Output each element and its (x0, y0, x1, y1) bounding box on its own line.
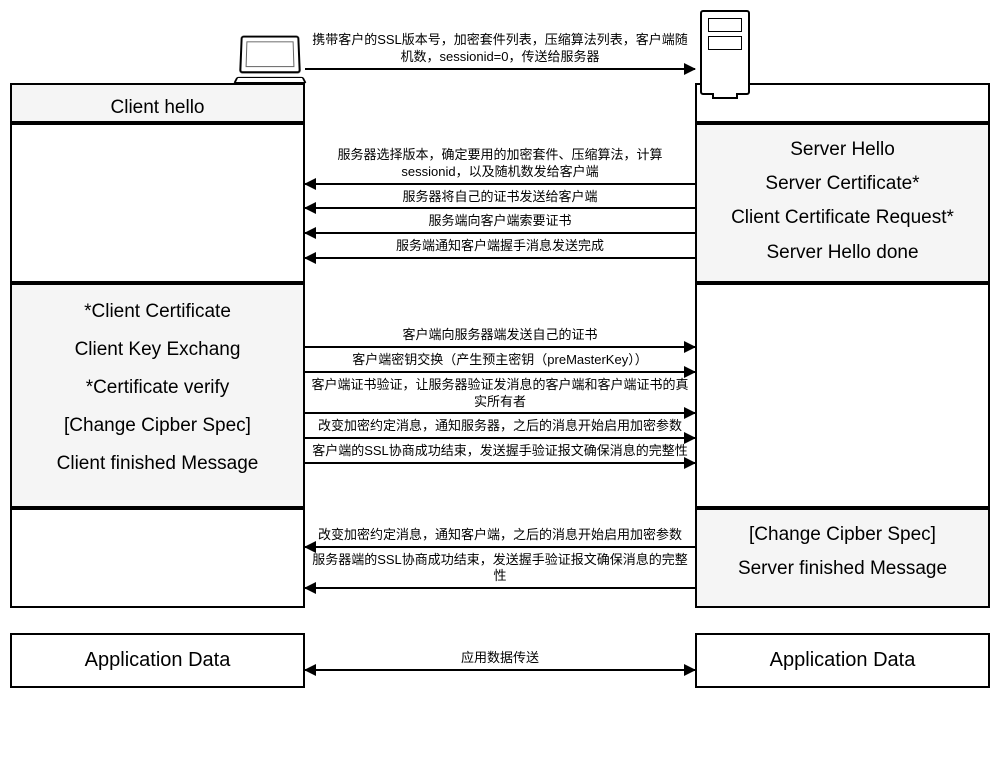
arrow-label: 客户端的SSL协商成功结束，发送握手验证报文确保消息的完整性 (305, 443, 695, 460)
arrow-app-data: 应用数据传送 (305, 648, 695, 673)
client-empty-1 (10, 123, 305, 283)
server-empty-2 (695, 283, 990, 508)
server-hello-done-label: Server Hello done (705, 236, 980, 270)
client-phase2-box: *Client Certificate Client Key Exchang *… (10, 283, 305, 508)
arrow-server-finished: 服务器端的SSL协商成功结束，发送握手验证报文确保消息的完整性 (305, 550, 695, 592)
server-finished-label: Server finished Message (705, 552, 980, 586)
server-phase1-box: Server Hello Server Certificate* Client … (695, 123, 990, 283)
client-hello-label: Client hello (111, 97, 205, 118)
arrow-label: 服务器将自己的证书发送给客户端 (305, 189, 695, 206)
arrow-label: 服务端向客户端索要证书 (305, 213, 695, 230)
arrow-label: 客户端密钥交换（产生预主密钥（preMasterKey）） (305, 352, 695, 369)
arrow-label: 客户端向服务器端发送自己的证书 (305, 327, 695, 344)
arrow-label: 服务器选择版本，确定要用的加密套件、压缩算法，计算sessionid，以及随机数… (305, 147, 695, 181)
server-phase2-box: [Change Cipber Spec] Server finished Mes… (695, 508, 990, 608)
client-app-data-box: Application Data (10, 633, 305, 688)
change-cipher-spec-client-label: [Change Cipber Spec] (20, 407, 295, 445)
arrow-label: 客户端证书验证，让服务器验证发消息的客户端和客户端证书的真实所有者 (305, 377, 695, 411)
ssl-handshake-diagram: 携带客户的SSL版本号，加密套件列表，压缩算法列表，客户端随机数，session… (10, 10, 990, 688)
client-finished-label: Client finished Message (20, 445, 295, 483)
client-cert-label: *Client Certificate (20, 293, 295, 331)
arrow-label: 服务端通知客户端握手消息发送完成 (305, 238, 695, 255)
arrow-label: 改变加密约定消息，通知服务器，之后的消息开始启用加密参数 (305, 418, 695, 435)
arrow-change-cipher-server: 改变加密约定消息，通知客户端，之后的消息开始启用加密参数 (305, 525, 695, 550)
laptop-icon (235, 35, 305, 85)
arrow-label: 改变加密约定消息，通知客户端，之后的消息开始启用加密参数 (305, 527, 695, 544)
arrow-change-cipher-client: 改变加密约定消息，通知服务器，之后的消息开始启用加密参数 (305, 416, 695, 441)
server-app-data-label: Application Data (770, 649, 916, 671)
arrow-client-finished: 客户端的SSL协商成功结束，发送握手验证报文确保消息的完整性 (305, 441, 695, 466)
arrow-key-exchange: 客户端密钥交换（产生预主密钥（preMasterKey）） (305, 350, 695, 375)
server-hello-label: Server Hello (705, 133, 980, 167)
server-icon (700, 10, 750, 95)
client-cert-req-label: Client Certificate Request* (705, 201, 980, 235)
arrow-server-cert: 服务器将自己的证书发送给客户端 (305, 187, 695, 212)
arrow-server-hello: 服务器选择版本，确定要用的加密套件、压缩算法，计算sessionid，以及随机数… (305, 145, 695, 187)
arrow-cert-verify: 客户端证书验证，让服务器验证发消息的客户端和客户端证书的真实所有者 (305, 375, 695, 417)
change-cipher-spec-server-label: [Change Cipber Spec] (705, 518, 980, 552)
client-app-data-label: Application Data (85, 649, 231, 671)
arrow-label: 应用数据传送 (305, 650, 695, 667)
client-hello-box: Client hello (10, 83, 305, 123)
arrow-server-done: 服务端通知客户端握手消息发送完成 (305, 236, 695, 261)
arrow-client-cert: 客户端向服务器端发送自己的证书 (305, 325, 695, 350)
client-key-exchange-label: Client Key Exchang (20, 331, 295, 369)
server-cert-label: Server Certificate* (705, 167, 980, 201)
client-empty-3 (10, 508, 305, 608)
arrow-cert-request: 服务端向客户端索要证书 (305, 211, 695, 236)
cert-verify-label: *Certificate verify (20, 369, 295, 407)
icons-row (10, 10, 990, 85)
arrow-label: 服务器端的SSL协商成功结束，发送握手验证报文确保消息的完整性 (305, 552, 695, 586)
server-app-data-box: Application Data (695, 633, 990, 688)
